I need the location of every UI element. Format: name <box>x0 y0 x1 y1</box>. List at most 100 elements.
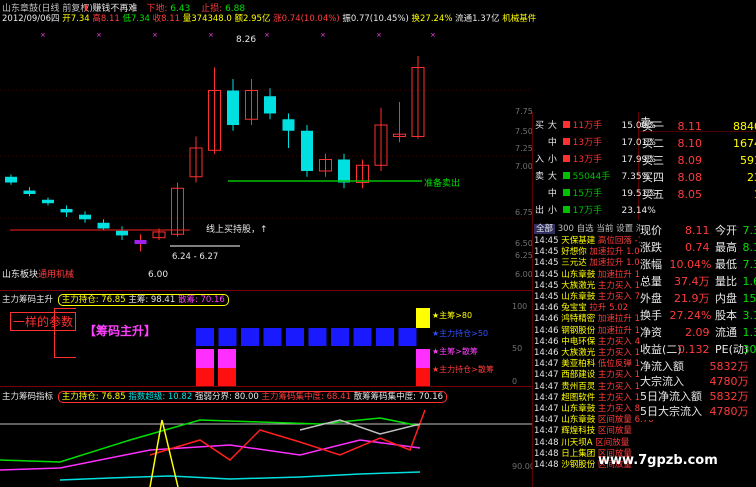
bid-vol: 591 <box>740 154 756 167</box>
trade-name: 钢钢股份 <box>561 325 596 336</box>
quote-label: 外盘 <box>640 292 662 305</box>
list-item[interactable]: 14:45 三元达 加速拉升 1.00 <box>534 258 645 269</box>
flow-box-icon <box>562 138 570 145</box>
trade-time: 14:46 <box>534 303 559 314</box>
ind1-legend3: ★主筹>散筹 <box>432 347 478 356</box>
trade-name: 山东章鼓 <box>561 415 596 426</box>
axis-tick: 7.50 <box>515 127 533 136</box>
list-item[interactable]: 14:47 山东章鼓 主力买入 8.07 <box>534 404 654 415</box>
trade-name: 好想你 <box>561 247 587 258</box>
trade-action: 加速拉升 <box>589 258 624 269</box>
quote-label2: 内盘 <box>715 292 737 305</box>
tab-fav[interactable]: 自选 <box>577 224 594 234</box>
quote-label: 涨幅 <box>640 258 662 271</box>
ind1-bar <box>308 328 327 346</box>
tab-current[interactable]: 当前 <box>596 224 613 234</box>
list-item[interactable]: 14:45 天保基建 高位回落 -1.56 <box>534 236 657 247</box>
bid-row[interactable]: 买四 8.08 23 <box>642 169 756 186</box>
tab-settings[interactable]: 设置 <box>616 224 633 234</box>
trade-action: 主力买入 <box>597 292 632 302</box>
kline-chart[interactable]: × × × × × × × × <box>0 28 532 286</box>
trade-time: 14:48 <box>534 437 559 448</box>
trade-action: 主力买入 <box>597 381 632 392</box>
ind1-legend1: ★主筹>80 <box>432 311 473 320</box>
quote-label: 净资 <box>640 326 662 339</box>
list-item[interactable]: 14:45 山东章鼓 主力买入 7.99 <box>534 292 654 303</box>
quote-value: 21.9万 <box>674 292 710 305</box>
sector-tag[interactable]: 山东板块通用机械 <box>2 267 74 280</box>
candle <box>282 113 295 148</box>
svg-text:×: × <box>430 31 436 39</box>
ind1-bar <box>241 328 259 346</box>
ind1-bar <box>353 328 372 346</box>
ind1-bar <box>376 328 394 346</box>
tab-300[interactable]: 300 <box>558 224 574 234</box>
trade-name: 山东章鼓 <box>561 269 596 280</box>
axis-tick: 100 <box>512 302 528 311</box>
trade-time: 14:47 <box>534 370 559 381</box>
bid-row[interactable]: 买一 8.11 8840 <box>642 118 756 135</box>
flow-box-icon <box>562 189 570 196</box>
candle <box>411 56 425 139</box>
header-amount: 额2.95亿 <box>234 14 271 24</box>
list-item[interactable]: 14:47 辉煌科技 区间放量 <box>534 426 632 437</box>
stop-label: 止损: <box>201 4 223 14</box>
svg-text:×: × <box>376 31 382 39</box>
trade-time: 14:47 <box>534 415 559 426</box>
trade-time: 14:48 <box>534 460 559 470</box>
bid-row[interactable]: 买五 8.05 1 <box>642 186 756 203</box>
bid-label: 买四 <box>642 171 664 184</box>
header-open: 开7.34 <box>62 14 90 24</box>
trade-time: 14:46 <box>534 314 559 325</box>
ind1-bar <box>416 349 430 369</box>
quote-value: 0.74 <box>685 241 710 254</box>
ind2-series-line <box>0 439 421 471</box>
slogan: 赚钱不再难 <box>92 4 138 14</box>
list-item[interactable]: 14:45 好想你 加速拉升 1.02 <box>534 247 645 258</box>
bid-price: 8.10 <box>677 137 703 150</box>
order-row: 中 13万手 17.01% <box>535 135 656 152</box>
list-item[interactable]: 14:46 中电环保 主力买入 4.93 <box>534 337 654 348</box>
axis-tick: 7.25 <box>515 144 533 153</box>
bid-vol: 1674 <box>733 137 756 150</box>
quote-value2: 8.11 <box>742 241 756 254</box>
bid-label: 买三 <box>642 154 664 167</box>
trade-name: 西部建设 <box>561 370 596 381</box>
trade-name: 贵州百灵 <box>561 381 596 392</box>
list-item[interactable]: 14:46 鸿特精密 加速拉升 1.60 <box>534 314 654 325</box>
quote-label: 换手 <box>640 309 662 322</box>
divider <box>532 112 533 487</box>
header-line3: ⬆ 赚钱不再难 下地: 6.43 止损: 6.88 <box>82 1 245 14</box>
ind1-bar <box>331 328 349 346</box>
trade-time: 14:48 <box>534 448 559 459</box>
order-val: 15万手 <box>572 189 603 199</box>
list-item[interactable]: 14:45 山东章鼓 加速拉升 1.60 <box>534 270 654 281</box>
trade-name: 山东章鼓 <box>561 292 596 302</box>
trade-action: 主力买入 <box>597 348 632 358</box>
list-item[interactable]: 14:46 兔宝宝 拉升 5.02 <box>534 303 628 314</box>
flow-box-icon <box>562 155 570 162</box>
ind1-legend4: ★主力持仓>散筹 <box>432 365 494 374</box>
bid-row[interactable]: 买三 8.09 591 <box>642 152 756 169</box>
order-size: 中 <box>547 138 557 148</box>
ind1-legend2: ★主力持仓>50 <box>432 329 489 338</box>
order-side: 出 <box>535 206 545 216</box>
bid-row[interactable]: 买二 8.10 1674 <box>642 135 756 152</box>
trade-action: 主力买入 <box>597 370 632 381</box>
order-size: 大 <box>547 172 557 182</box>
ind2-chart[interactable] <box>0 400 532 487</box>
order-row: 出 小 17万手 23.14% <box>535 203 656 220</box>
axis-tick: 7.75 <box>515 107 533 116</box>
trade-action: 加速拉升 <box>589 247 624 258</box>
candle <box>134 234 147 252</box>
bid-row[interactable] <box>642 203 756 220</box>
tab-all[interactable]: 全部 <box>534 224 556 234</box>
trade-action: 主力买入 <box>597 404 632 414</box>
trade-action: 高位回落 <box>597 236 632 246</box>
list-item[interactable]: 14:46 钢钢股份 加速拉升 1.00 <box>534 326 654 337</box>
list-item[interactable]: 14:47 美亚柏科 低位反弹 1.00 <box>534 359 654 370</box>
list-item[interactable]: 14:48 川天坝A 区间放量 <box>534 438 629 449</box>
order-size: 大 <box>547 121 557 131</box>
list-item[interactable]: 14:47 山东章鼓 区间放量 6.76 <box>534 415 654 426</box>
quote-value2: 7.34 <box>742 224 756 237</box>
